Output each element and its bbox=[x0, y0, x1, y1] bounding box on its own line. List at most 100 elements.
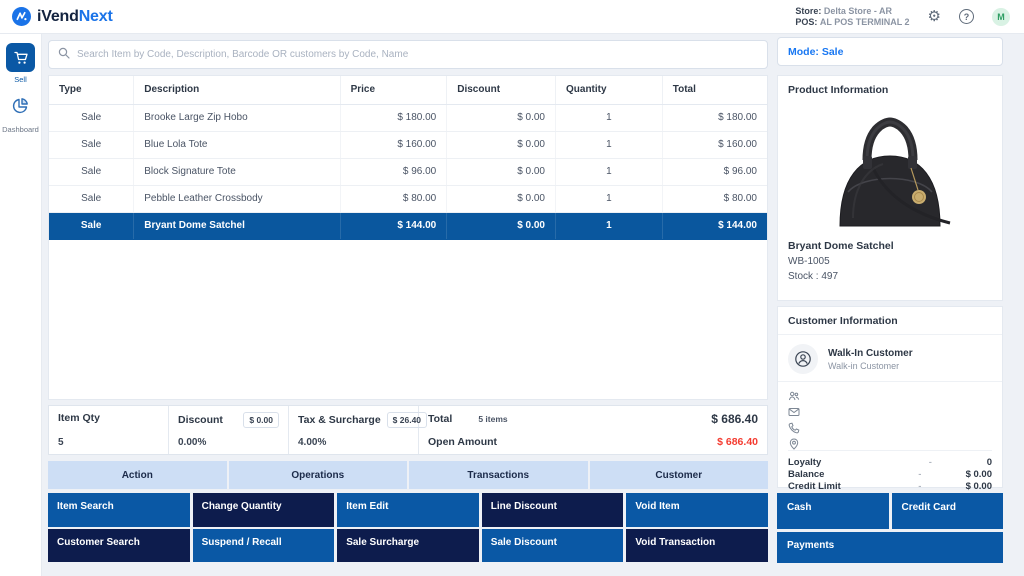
credit-card-button[interactable]: Credit Card bbox=[892, 493, 1004, 529]
table-header-row: Type Description Price Discount Quantity… bbox=[49, 76, 767, 104]
product-image bbox=[788, 98, 992, 238]
cell-quantity: 1 bbox=[556, 212, 663, 239]
customer-subtitle: Walk-in Customer bbox=[828, 361, 913, 371]
cell-discount: $ 0.00 bbox=[447, 131, 556, 158]
brand-text: iVendNext bbox=[37, 8, 113, 26]
item-search-bar[interactable] bbox=[48, 40, 768, 69]
location-icon bbox=[788, 438, 992, 450]
cell-total: $ 160.00 bbox=[662, 131, 767, 158]
tax-percent: 4.00% bbox=[298, 437, 409, 448]
table-row[interactable]: SaleBlue Lola Tote$ 160.00$ 0.001$ 160.0… bbox=[49, 131, 767, 158]
col-header-total: Total bbox=[662, 76, 767, 104]
table-row[interactable]: SaleBrooke Large Zip Hobo$ 180.00$ 0.001… bbox=[49, 104, 767, 131]
product-stock: Stock : 497 bbox=[788, 271, 992, 282]
col-header-price: Price bbox=[340, 76, 447, 104]
void-item-button[interactable]: Void Item bbox=[626, 493, 768, 527]
open-amount: $ 686.40 bbox=[717, 436, 758, 448]
function-tabs: ActionOperationsTransactionsCustomer bbox=[48, 461, 768, 489]
app-header: iVendNext Store: Delta Store - AR POS: A… bbox=[0, 0, 1024, 34]
cell-type: Sale bbox=[49, 104, 134, 131]
customer-avatar-icon bbox=[788, 344, 818, 374]
customer-stats: Loyalty-0Balance-$ 0.00Credit Limit-$ 0.… bbox=[788, 450, 992, 493]
user-avatar[interactable]: M bbox=[992, 8, 1010, 26]
cell-quantity: 1 bbox=[556, 131, 663, 158]
tax-surcharge-cell[interactable]: Tax & Surcharge$ 26.40 4.00% bbox=[289, 406, 419, 454]
cell-discount: $ 0.00 bbox=[447, 185, 556, 212]
col-header-description: Description bbox=[134, 76, 340, 104]
sidebar-label-dashboard: Dashboard bbox=[2, 125, 39, 134]
settings-gear-icon[interactable]: ⚙ bbox=[928, 9, 941, 24]
discount-cell[interactable]: Discount$ 0.00 0.00% bbox=[169, 406, 289, 454]
tab-customer[interactable]: Customer bbox=[590, 461, 769, 489]
product-name: Bryant Dome Satchel bbox=[788, 240, 992, 252]
cell-total: $ 180.00 bbox=[662, 104, 767, 131]
search-input[interactable] bbox=[77, 49, 758, 60]
sale-items-table: Type Description Price Discount Quantity… bbox=[48, 75, 768, 400]
item-search-button[interactable]: Item Search bbox=[48, 493, 190, 527]
table-row[interactable]: SalePebble Leather Crossbody$ 80.00$ 0.0… bbox=[49, 185, 767, 212]
cell-price: $ 180.00 bbox=[340, 104, 447, 131]
tab-transactions[interactable]: Transactions bbox=[409, 461, 588, 489]
customer-search-button[interactable]: Customer Search bbox=[48, 529, 190, 562]
total-items-count: 5 items bbox=[478, 414, 711, 424]
col-header-discount: Discount bbox=[447, 76, 556, 104]
item-edit-button[interactable]: Item Edit bbox=[337, 493, 479, 527]
cell-total: $ 96.00 bbox=[662, 158, 767, 185]
cell-description: Brooke Large Zip Hobo bbox=[134, 104, 340, 131]
stat-loyalty: Loyalty-0 bbox=[788, 457, 992, 469]
stat-balance: Balance-$ 0.00 bbox=[788, 469, 992, 481]
change-quantity-button[interactable]: Change Quantity bbox=[193, 493, 335, 527]
cell-type: Sale bbox=[49, 185, 134, 212]
product-info-title: Product Information bbox=[788, 84, 992, 96]
col-header-type: Type bbox=[49, 76, 134, 104]
cell-price: $ 96.00 bbox=[340, 158, 447, 185]
cell-total: $ 144.00 bbox=[662, 212, 767, 239]
cell-discount: $ 0.00 bbox=[447, 158, 556, 185]
cart-icon bbox=[6, 43, 35, 72]
table-row[interactable]: SaleBryant Dome Satchel$ 144.00$ 0.001$ … bbox=[49, 212, 767, 239]
customer-info-title: Customer Information bbox=[788, 315, 992, 327]
cell-discount: $ 0.00 bbox=[447, 104, 556, 131]
cell-discount: $ 0.00 bbox=[447, 212, 556, 239]
payments-button[interactable]: Payments bbox=[777, 532, 1003, 563]
mode-text: Mode: Sale bbox=[788, 46, 843, 58]
cell-type: Sale bbox=[49, 158, 134, 185]
cell-quantity: 1 bbox=[556, 185, 663, 212]
table-row[interactable]: SaleBlock Signature Tote$ 96.00$ 0.001$ … bbox=[49, 158, 767, 185]
customer-contact-icons bbox=[788, 390, 992, 450]
product-sku: WB-1005 bbox=[788, 256, 992, 267]
cell-price: $ 80.00 bbox=[340, 185, 447, 212]
left-sidebar: Sell Dashboard bbox=[0, 34, 42, 576]
sale-surcharge-button[interactable]: Sale Surcharge bbox=[337, 529, 479, 562]
cash-button[interactable]: Cash bbox=[777, 493, 889, 529]
mode-indicator: Mode: Sale bbox=[777, 37, 1003, 66]
sidebar-item-sell[interactable]: Sell bbox=[6, 43, 35, 84]
cell-description: Blue Lola Tote bbox=[134, 131, 340, 158]
line-discount-button[interactable]: Line Discount bbox=[482, 493, 624, 527]
sidebar-item-dashboard[interactable]: Dashboard bbox=[2, 96, 39, 134]
customer-identity[interactable]: Walk-In Customer Walk-in Customer bbox=[788, 344, 992, 374]
tab-action[interactable]: Action bbox=[48, 461, 227, 489]
cell-description: Pebble Leather Crossbody bbox=[134, 185, 340, 212]
totals-summary-bar: Item Qty 5 Discount$ 0.00 0.00% Tax & Su… bbox=[48, 405, 768, 455]
stat-credit-limit: Credit Limit-$ 0.00 bbox=[788, 481, 992, 493]
store-name: Delta Store - AR bbox=[824, 6, 892, 16]
help-icon[interactable]: ? bbox=[959, 9, 974, 24]
suspend-recall-button[interactable]: Suspend / Recall bbox=[193, 529, 335, 562]
pie-chart-icon bbox=[10, 96, 30, 121]
customer-name: Walk-In Customer bbox=[828, 348, 913, 359]
email-icon bbox=[788, 406, 992, 418]
phone-icon bbox=[788, 422, 992, 434]
void-transaction-button[interactable]: Void Transaction bbox=[626, 529, 768, 562]
pos-terminal-name: AL POS TERMINAL 2 bbox=[820, 17, 910, 27]
item-qty-cell: Item Qty 5 bbox=[49, 406, 169, 454]
tab-operations[interactable]: Operations bbox=[229, 461, 408, 489]
cell-price: $ 160.00 bbox=[340, 131, 447, 158]
customer-information-panel: Customer Information Walk-In Customer Wa… bbox=[777, 306, 1003, 488]
brand-mark-icon bbox=[12, 7, 31, 26]
cell-type: Sale bbox=[49, 131, 134, 158]
total-cell: Total 5 items $ 686.40 Open Amount $ 686… bbox=[419, 406, 767, 454]
cell-description: Block Signature Tote bbox=[134, 158, 340, 185]
sale-discount-button[interactable]: Sale Discount bbox=[482, 529, 624, 562]
cell-quantity: 1 bbox=[556, 158, 663, 185]
